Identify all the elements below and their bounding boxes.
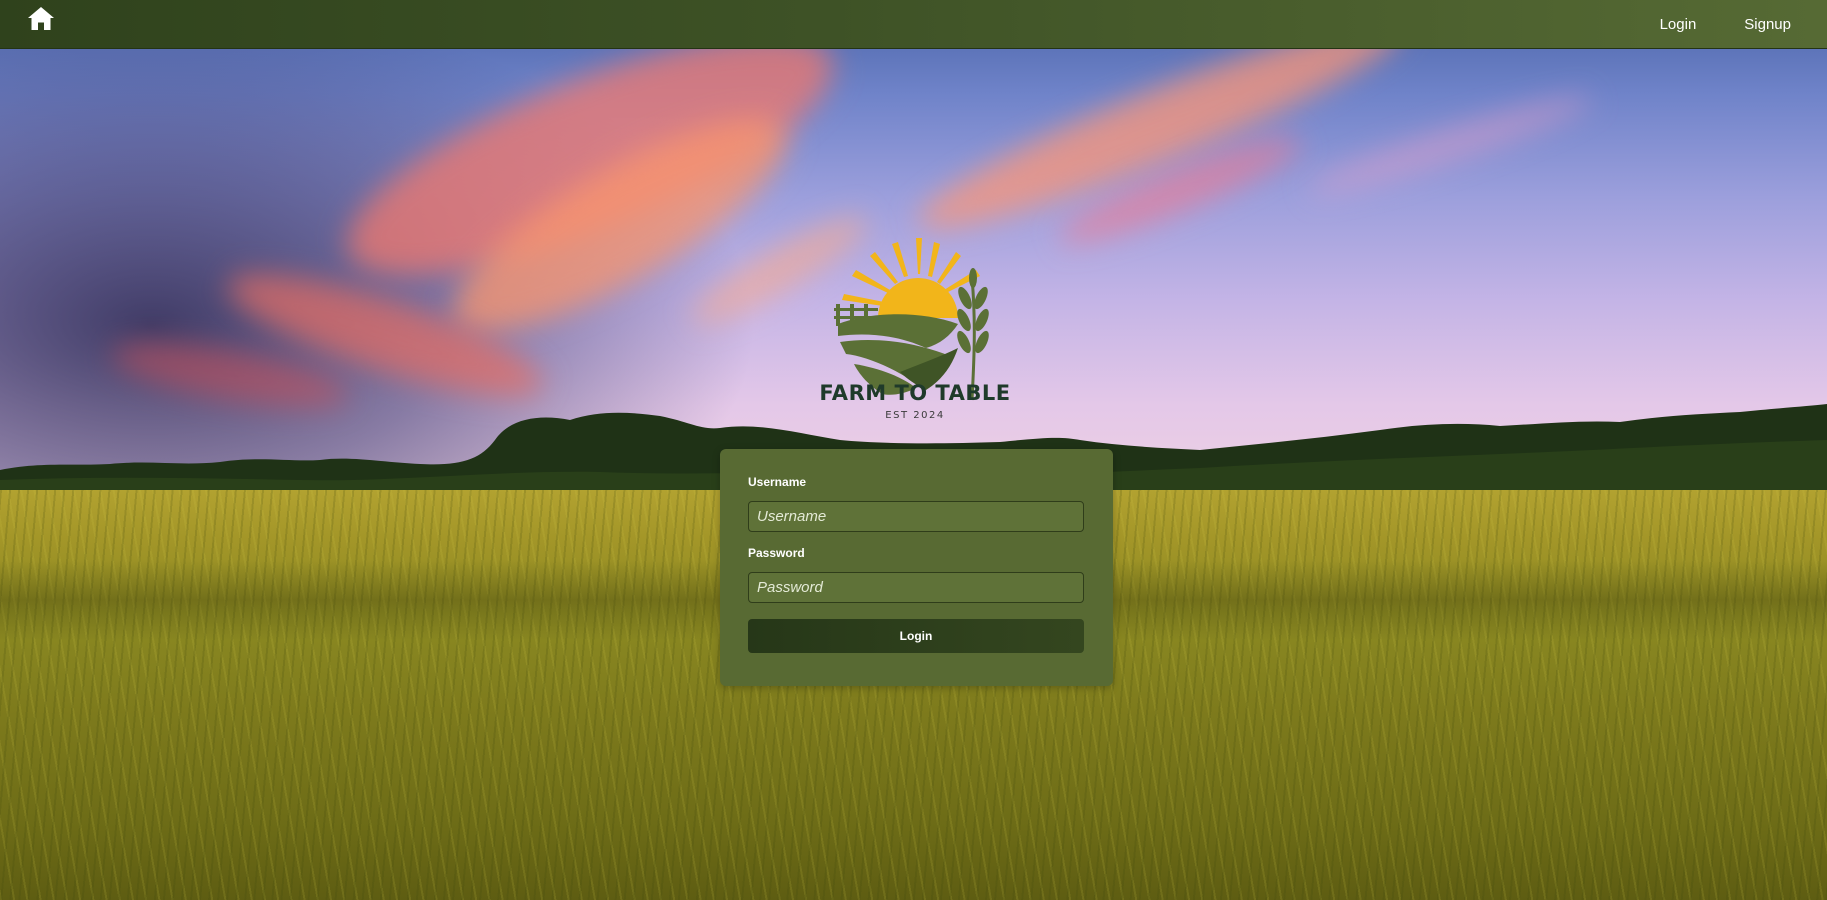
password-label: Password <box>748 546 805 560</box>
username-input[interactable] <box>748 501 1084 532</box>
nav-signup-link[interactable]: Signup <box>1744 16 1791 33</box>
login-form: Username Password Login <box>720 449 1113 686</box>
home-icon <box>28 7 54 30</box>
username-label: Username <box>748 475 807 489</box>
login-button[interactable]: Login <box>748 619 1084 653</box>
brand-name: FARM TO TABLE <box>819 381 1011 405</box>
nav-login-link[interactable]: Login <box>1660 16 1697 33</box>
brand-established: EST 2024 <box>885 410 945 421</box>
nav-links: Login Signup <box>1660 0 1791 49</box>
top-navbar: Login Signup <box>0 0 1827 49</box>
password-input[interactable] <box>748 572 1084 603</box>
home-button[interactable] <box>26 4 56 34</box>
